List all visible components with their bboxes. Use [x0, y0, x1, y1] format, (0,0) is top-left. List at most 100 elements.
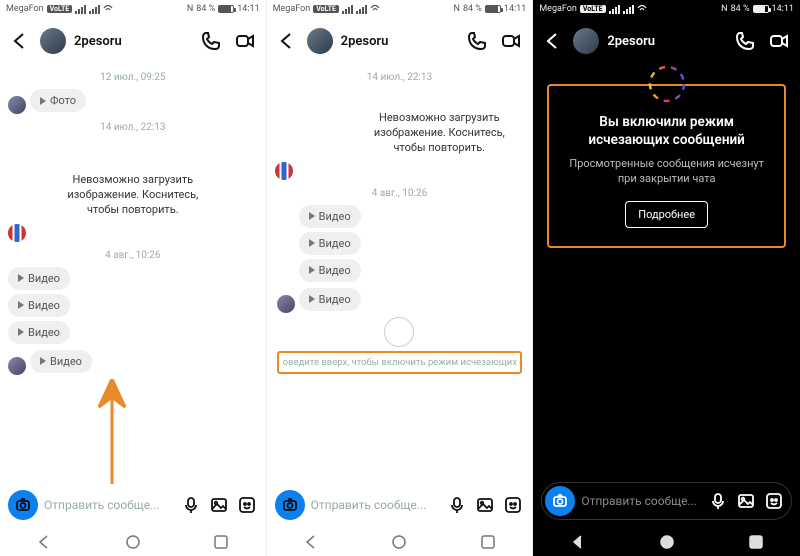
- signal-icon: [342, 5, 353, 14]
- chat-header: 2pesoru: [533, 18, 800, 64]
- username[interactable]: 2pesoru: [74, 34, 190, 49]
- chat-body[interactable]: Вы включили режим исчезающих сообщений П…: [533, 64, 800, 476]
- username[interactable]: 2pesoru: [607, 34, 724, 49]
- camera-button[interactable]: [545, 486, 575, 516]
- nav-home[interactable]: [656, 531, 678, 553]
- message-row: [275, 162, 525, 180]
- vanish-icon: [647, 64, 687, 104]
- play-icon: [309, 266, 315, 274]
- play-icon: [18, 328, 24, 336]
- nav-bar: [267, 528, 533, 556]
- sticker-button[interactable]: [502, 494, 524, 516]
- message-input-bar: Отправить сообще...: [0, 484, 266, 528]
- video-message[interactable]: Видео: [8, 321, 70, 344]
- camera-button[interactable]: [8, 490, 38, 520]
- chat-header: 2pesoru: [267, 18, 533, 64]
- back-button[interactable]: [541, 29, 565, 53]
- battery-icon: [753, 5, 769, 13]
- sticker-button[interactable]: [236, 494, 258, 516]
- back-button[interactable]: [8, 29, 32, 53]
- message-row[interactable]: Видео: [275, 286, 525, 313]
- avatar: [8, 357, 26, 375]
- battery-icon: [485, 5, 501, 13]
- nav-recent[interactable]: [210, 531, 232, 553]
- message-input-bar: Отправить сообще...: [541, 482, 792, 520]
- signal-icon: [356, 5, 367, 14]
- avatar: [277, 295, 295, 313]
- battery-icon: [218, 5, 234, 13]
- video-message[interactable]: Видео: [299, 288, 361, 311]
- play-icon: [309, 295, 315, 303]
- gallery-button[interactable]: [208, 494, 230, 516]
- avatar[interactable]: [573, 28, 599, 54]
- play-icon: [18, 301, 24, 309]
- nav-bar: [0, 528, 266, 556]
- nav-back[interactable]: [33, 531, 55, 553]
- camera-button[interactable]: [275, 490, 305, 520]
- timestamp: 4 авг., 10:26: [8, 250, 258, 261]
- video-call-button[interactable]: [232, 28, 258, 54]
- audio-call-button[interactable]: [464, 28, 490, 54]
- load-error[interactable]: Невозможно загрузить изображение. Коснит…: [58, 173, 208, 218]
- voice-button[interactable]: [446, 494, 468, 516]
- avatar: [8, 224, 26, 242]
- sticker-button[interactable]: [763, 490, 785, 512]
- video-call-button[interactable]: [498, 28, 524, 54]
- audio-call-button[interactable]: [732, 28, 758, 54]
- play-icon: [309, 212, 315, 220]
- play-icon: [309, 239, 315, 247]
- video-message[interactable]: Видео: [8, 267, 70, 290]
- status-bar: MegaFonVoLTE N84 %14:11: [267, 0, 533, 18]
- nav-home[interactable]: [388, 531, 410, 553]
- photo-message[interactable]: Фото: [30, 89, 86, 112]
- video-message[interactable]: Видео: [8, 294, 70, 317]
- chat-body[interactable]: 12 июл., 09:25 Фото 14 июл., 22:13 Невоз…: [0, 64, 266, 484]
- vanish-subtitle: Просмотренные сообщения исчезнут при зак…: [561, 157, 772, 187]
- nav-back[interactable]: [300, 531, 322, 553]
- chat-header: 2pesoru: [0, 18, 266, 64]
- message-input-bar: Отправить сообще...: [267, 484, 533, 528]
- video-call-button[interactable]: [766, 28, 792, 54]
- audio-call-button[interactable]: [198, 28, 224, 54]
- gallery-button[interactable]: [474, 494, 496, 516]
- voice-button[interactable]: [180, 494, 202, 516]
- video-message[interactable]: Видео: [299, 232, 361, 255]
- load-error[interactable]: Невозможно загрузить изображение. Коснит…: [364, 111, 514, 156]
- nav-home[interactable]: [122, 531, 144, 553]
- signal-icon: [75, 5, 86, 14]
- username[interactable]: 2pesoru: [341, 34, 457, 49]
- nav-recent[interactable]: [745, 531, 767, 553]
- avatar: [275, 162, 293, 180]
- signal-icon: [89, 5, 100, 14]
- message-input[interactable]: Отправить сообще...: [581, 494, 701, 508]
- nav-back[interactable]: [567, 531, 589, 553]
- back-button[interactable]: [275, 29, 299, 53]
- annotation-arrow: [95, 379, 129, 484]
- message-row[interactable]: Фото: [8, 87, 258, 114]
- signal-icon: [623, 5, 634, 14]
- timestamp: 14 июл., 22:13: [275, 72, 525, 83]
- message-row: [8, 224, 258, 242]
- learn-more-button[interactable]: Подробнее: [625, 201, 708, 228]
- timestamp: 12 июл., 09:25: [8, 72, 258, 83]
- wifi-icon: [103, 4, 113, 14]
- chat-body[interactable]: 14 июл., 22:13 Невозможно загрузить изоб…: [267, 64, 533, 484]
- message-input[interactable]: Отправить сообще...: [44, 498, 174, 512]
- status-bar: MegaFonVoLTE N 84 % 14:11: [0, 0, 266, 18]
- voice-button[interactable]: [707, 490, 729, 512]
- timestamp: 14 июл., 22:13: [8, 122, 258, 133]
- signal-icon: [609, 5, 620, 14]
- video-message[interactable]: Видео: [299, 205, 361, 228]
- gallery-button[interactable]: [735, 490, 757, 512]
- vanish-title: Вы включили режим исчезающих сообщений: [561, 114, 772, 149]
- avatar[interactable]: [40, 28, 66, 54]
- message-input[interactable]: Отправить сообще...: [311, 498, 441, 512]
- video-message[interactable]: Видео: [299, 259, 361, 282]
- avatar[interactable]: [307, 28, 333, 54]
- volte-badge: VoLTE: [47, 5, 73, 13]
- nav-recent[interactable]: [477, 531, 499, 553]
- pull-indicator: [384, 317, 414, 347]
- message-row[interactable]: Видео: [8, 348, 258, 375]
- nfc-icon: N: [187, 4, 193, 14]
- video-message[interactable]: Видео: [30, 350, 92, 373]
